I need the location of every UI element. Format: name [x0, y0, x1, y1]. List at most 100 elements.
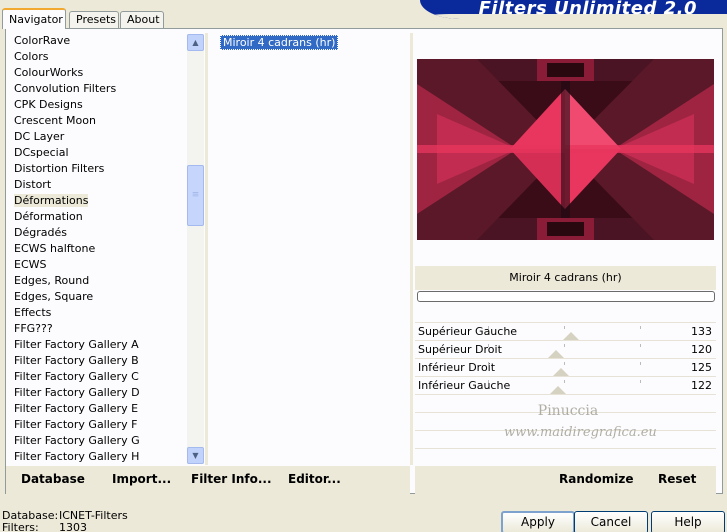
param-row-inferieur-droit[interactable]: Inférieur Droit 125: [415, 358, 716, 376]
category-item-label: DC Layer: [14, 130, 65, 143]
preview-pattern: [417, 59, 714, 240]
category-item[interactable]: ECWS: [6, 257, 190, 273]
category-item[interactable]: Filter Factory Gallery B: [6, 353, 190, 369]
category-item-label: Filter Factory Gallery A: [14, 338, 139, 351]
category-item[interactable]: Déformation: [6, 209, 190, 225]
slider-tick: [564, 380, 565, 383]
category-item-label: DCspecial: [14, 146, 69, 159]
editor-button[interactable]: Editor...: [288, 472, 341, 486]
category-item[interactable]: DC Layer: [6, 129, 190, 145]
divider: [205, 33, 208, 465]
scroll-up-button[interactable]: ▲: [187, 34, 204, 51]
param-value: 122: [691, 379, 712, 392]
slider-tick: [564, 362, 565, 365]
category-item[interactable]: Filter Factory Gallery E: [6, 401, 190, 417]
status-filters-label: Filters:: [2, 521, 39, 532]
slider-thumb[interactable]: [563, 332, 579, 340]
slider-tick: [640, 362, 641, 365]
param-label: Inférieur Droit: [418, 361, 496, 374]
category-item-label: Déformation: [14, 210, 83, 223]
help-button[interactable]: Help: [651, 511, 725, 532]
param-row-superieur-droit[interactable]: Supérieur Droit 120: [415, 340, 716, 358]
category-item-label: Filter Factory Gallery F: [14, 418, 138, 431]
category-item-label: ECWS halftone: [14, 242, 96, 255]
category-scrollbar[interactable]: ▲ ≡ ▼: [187, 34, 204, 464]
category-item-label: ColourWorks: [14, 66, 84, 79]
category-item[interactable]: Dégradés: [6, 225, 190, 241]
param-label: Inférieur Gauche: [418, 379, 511, 392]
category-item-label: Convolution Filters: [14, 82, 117, 95]
filter-item-selected[interactable]: Miroir 4 cadrans (hr): [220, 35, 339, 50]
tab-navigator[interactable]: Navigator: [2, 8, 66, 29]
slider-tick: [488, 362, 489, 365]
filter-name-label: Miroir 4 cadrans (hr): [415, 266, 716, 290]
category-item[interactable]: Distortion Filters: [6, 161, 190, 177]
progress-bar: [417, 291, 715, 302]
cancel-button[interactable]: Cancel: [574, 511, 648, 532]
category-item[interactable]: ColorRave: [6, 33, 190, 49]
category-item[interactable]: Filter Factory Gallery H: [6, 449, 190, 465]
category-item-label: Déformations: [14, 194, 89, 207]
slider-tick: [488, 326, 489, 329]
category-item[interactable]: Distort: [6, 177, 190, 193]
category-item[interactable]: Filter Factory Gallery F: [6, 417, 190, 433]
tab-about[interactable]: About: [120, 11, 164, 28]
import-button[interactable]: Import...: [112, 472, 171, 486]
slider-tick: [640, 344, 641, 347]
category-item[interactable]: Filter Factory Gallery A: [6, 337, 190, 353]
category-item-label: FFG???: [14, 322, 53, 335]
reset-button[interactable]: Reset: [658, 472, 696, 486]
slider-tick: [640, 380, 641, 383]
category-item[interactable]: ECWS halftone: [6, 241, 190, 257]
param-row-inferieur-gauche[interactable]: Inférieur Gauche 122: [415, 376, 716, 394]
slider-tick: [564, 344, 565, 347]
category-item-label: Edges, Square: [14, 290, 94, 303]
param-value: 125: [691, 361, 712, 374]
filter-info-button[interactable]: Filter Info...: [191, 472, 272, 486]
category-item[interactable]: Edges, Round: [6, 273, 190, 289]
category-item[interactable]: Effects: [6, 305, 190, 321]
category-item-label: Dégradés: [14, 226, 67, 239]
category-item-label: CPK Designs: [14, 98, 83, 111]
randomize-button[interactable]: Randomize: [559, 472, 633, 486]
slider-thumb[interactable]: [553, 368, 569, 376]
category-item[interactable]: Edges, Square: [6, 289, 190, 305]
category-item[interactable]: Déformations: [6, 193, 190, 209]
category-item-label: Edges, Round: [14, 274, 90, 287]
category-item-label: Distort: [14, 178, 52, 191]
status-filters-value: 1303: [59, 521, 87, 532]
category-item-label: ColorRave: [14, 34, 71, 47]
category-item[interactable]: DCspecial: [6, 145, 190, 161]
param-row-empty: [415, 448, 716, 466]
category-item[interactable]: CPK Designs: [6, 97, 190, 113]
category-item-label: Filter Factory Gallery C: [14, 370, 139, 383]
category-item[interactable]: Filter Factory Gallery G: [6, 433, 190, 449]
category-item-label: ECWS: [14, 258, 47, 271]
database-button[interactable]: Database: [21, 472, 85, 486]
param-value: 120: [691, 343, 712, 356]
category-item[interactable]: ColourWorks: [6, 65, 190, 81]
apply-button[interactable]: Apply: [501, 511, 575, 532]
slider-thumb[interactable]: [548, 350, 564, 358]
param-row-superieur-gauche[interactable]: Supérieur Gauche 133: [415, 322, 716, 340]
category-item[interactable]: FFG???: [6, 321, 190, 337]
category-item[interactable]: Colors: [6, 49, 190, 65]
banner-title: Filters Unlimited 2.0: [478, 0, 697, 19]
category-item[interactable]: Convolution Filters: [6, 81, 190, 97]
category-list[interactable]: ColorRave Colors ColourWorks Convolution Fi…: [6, 33, 190, 465]
category-item-label: Crescent Moon: [14, 114, 96, 127]
slider-thumb[interactable]: [550, 386, 566, 394]
category-item-label: Colors: [14, 50, 49, 63]
category-item[interactable]: Filter Factory Gallery D: [6, 385, 190, 401]
preview-image: [417, 59, 714, 240]
watermark: Pinuccia www.maidiregrafica.eu: [504, 400, 657, 444]
param-label: Supérieur Droit: [418, 343, 502, 356]
tab-presets[interactable]: Presets: [69, 11, 119, 28]
category-item[interactable]: Filter Factory Gallery C: [6, 369, 190, 385]
category-item-label: Filter Factory Gallery B: [14, 354, 139, 367]
scroll-thumb[interactable]: ≡: [187, 165, 204, 226]
title-banner: Filters Unlimited 2.0: [420, 0, 727, 19]
scroll-down-button[interactable]: ▼: [187, 447, 204, 464]
category-item[interactable]: Crescent Moon: [6, 113, 190, 129]
category-item-label: Distortion Filters: [14, 162, 105, 175]
